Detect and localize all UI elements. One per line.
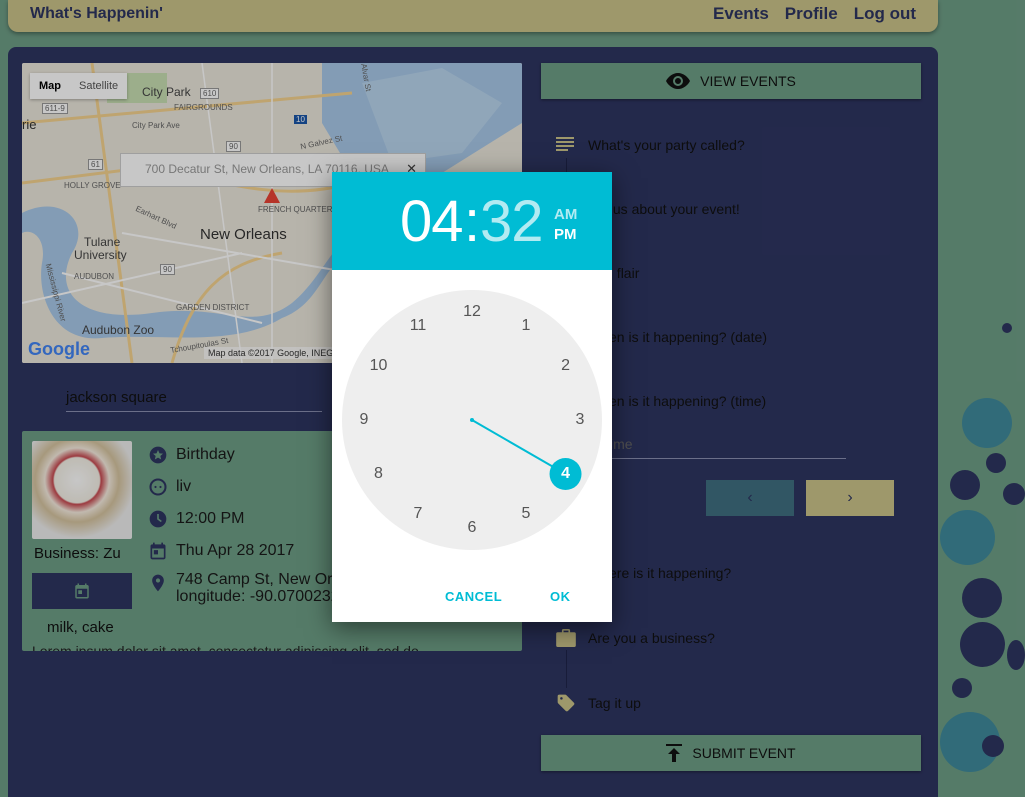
clock-number[interactable]: 7 <box>403 499 433 529</box>
clock-number[interactable]: 6 <box>457 513 487 543</box>
time-picker-dialog: 04 : 32 AM PM 12 1 2 3 4 5 6 7 8 9 10 11 CANCEL OK <box>332 172 612 622</box>
cancel-button[interactable]: CANCEL <box>445 589 502 604</box>
clock-number[interactable]: 2 <box>551 351 581 381</box>
clock-number[interactable]: 11 <box>403 311 433 341</box>
clock-number[interactable]: 4 <box>551 459 581 489</box>
clock-face[interactable]: 12 1 2 3 4 5 6 7 8 9 10 11 <box>342 290 602 550</box>
clock-number[interactable]: 5 <box>511 499 541 529</box>
clock-number[interactable]: 10 <box>363 351 393 381</box>
ok-button[interactable]: OK <box>550 589 571 604</box>
clock-number[interactable]: 1 <box>511 311 541 341</box>
pm-toggle[interactable]: PM <box>554 226 577 243</box>
time-picker-header: 04 : 32 AM PM <box>332 172 612 270</box>
time-separator: : <box>464 189 481 254</box>
clock-number[interactable]: 12 <box>457 297 487 327</box>
clock-hand <box>470 418 582 490</box>
minute-display[interactable]: 32 <box>480 188 544 255</box>
am-toggle[interactable]: AM <box>554 206 577 223</box>
clock-number[interactable]: 9 <box>349 405 379 435</box>
hour-display[interactable]: 04 <box>400 188 464 255</box>
clock-number[interactable]: 8 <box>363 459 393 489</box>
clock-number[interactable]: 3 <box>565 405 595 435</box>
